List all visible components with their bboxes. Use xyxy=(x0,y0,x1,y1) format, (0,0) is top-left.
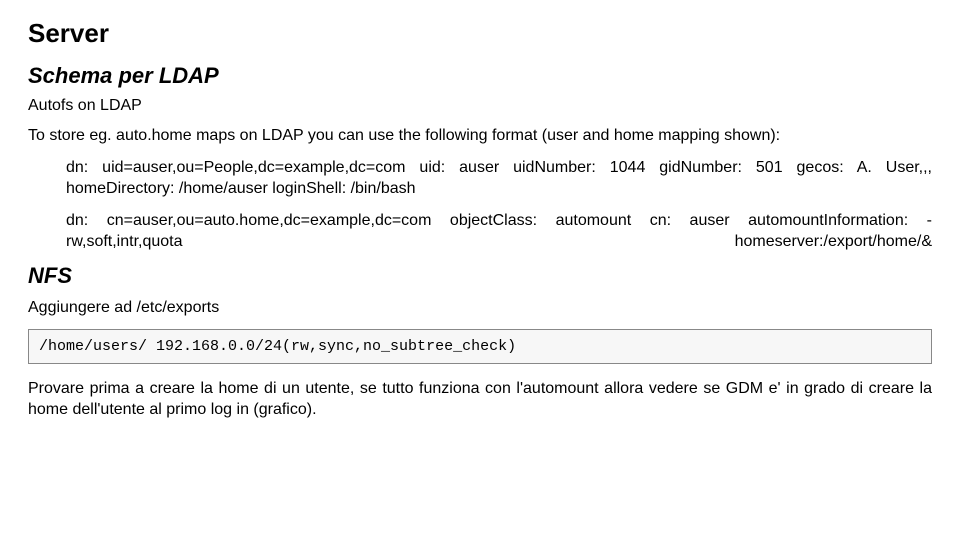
code-block-exports: /home/users/ 192.168.0.0/24(rw,sync,no_s… xyxy=(28,329,932,364)
section-heading-nfs: NFS xyxy=(28,263,932,289)
section-heading-ldap: Schema per LDAP xyxy=(28,63,932,89)
subheading-autofs: Autofs on LDAP xyxy=(28,97,932,115)
page-title: Server xyxy=(28,18,932,49)
dn-block-1: dn: uid=auser,ou=People,dc=example,dc=co… xyxy=(66,157,932,200)
closing-paragraph: Provare prima a creare la home di un ute… xyxy=(28,378,932,421)
nfs-line: Aggiungere ad /etc/exports xyxy=(28,297,932,319)
dn-block-2: dn: cn=auser,ou=auto.home,dc=example,dc=… xyxy=(66,210,932,253)
intro-paragraph: To store eg. auto.home maps on LDAP you … xyxy=(28,125,932,147)
